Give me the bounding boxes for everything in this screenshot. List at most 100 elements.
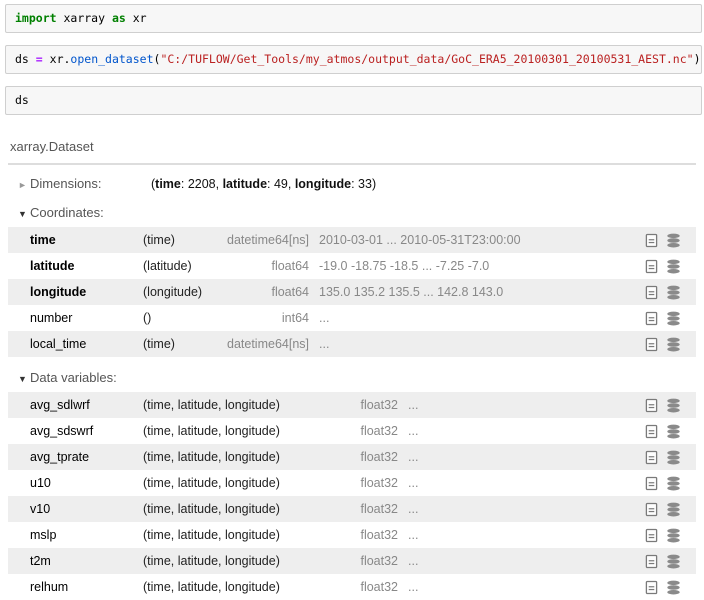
caret-down-icon: ▼ <box>18 374 30 384</box>
variable-dims: (time, latitude, longitude) <box>143 476 303 490</box>
code-token: as <box>112 11 126 25</box>
variable-name: number <box>30 311 143 325</box>
variable-row: longitude (longitude) float64 135.0 135.… <box>8 279 696 305</box>
attributes-doc-icon[interactable] <box>640 311 662 326</box>
attributes-doc-icon[interactable] <box>640 285 662 300</box>
variable-name: t2m <box>30 554 143 568</box>
dimension-name: time <box>155 177 181 191</box>
database-icon[interactable] <box>662 424 684 439</box>
variable-dtype: float32 <box>303 554 398 568</box>
attributes-doc-icon[interactable] <box>640 528 662 543</box>
variable-dims: (latitude) <box>143 259 223 273</box>
database-icon[interactable] <box>662 554 684 569</box>
variable-name: v10 <box>30 502 143 516</box>
coordinates-list: time (time) datetime64[ns] 2010-03-01 ..… <box>8 227 696 357</box>
variable-row: local_time (time) datetime64[ns] ... <box>8 331 696 357</box>
variable-dims: (time, latitude, longitude) <box>143 398 303 412</box>
variable-name: mslp <box>30 528 143 542</box>
variable-dtype: int64 <box>223 311 309 325</box>
code-cell[interactable]: import xarray as xr <box>5 4 702 33</box>
code-cell[interactable]: ds = xr.open_dataset("C:/TUFLOW/Get_Tool… <box>5 45 702 74</box>
variable-row: number () int64 ... <box>8 305 696 331</box>
variable-dims: (time, latitude, longitude) <box>143 554 303 568</box>
attributes-doc-icon[interactable] <box>640 580 662 595</box>
variable-dtype: float32 <box>303 450 398 464</box>
database-icon[interactable] <box>662 502 684 517</box>
variable-dtype: float64 <box>223 259 309 273</box>
data-variables-label: Data variables: <box>30 370 117 385</box>
code-token: = <box>36 52 43 66</box>
code-token: ) <box>694 52 701 66</box>
variable-dims: (time, latitude, longitude) <box>143 502 303 516</box>
variable-preview: ... <box>398 424 640 438</box>
variable-name: latitude <box>30 259 143 273</box>
dimension-name: latitude <box>223 177 267 191</box>
caret-right-icon: ► <box>18 180 30 190</box>
database-icon[interactable] <box>662 259 684 274</box>
variable-dims: (time, latitude, longitude) <box>143 424 303 438</box>
variable-dtype: float32 <box>303 528 398 542</box>
database-icon[interactable] <box>662 311 684 326</box>
dataset-output: xarray.Dataset ►Dimensions: (time: 2208,… <box>0 127 704 600</box>
database-icon[interactable] <box>662 337 684 352</box>
attributes-doc-icon[interactable] <box>640 233 662 248</box>
database-icon[interactable] <box>662 233 684 248</box>
attributes-doc-icon[interactable] <box>640 259 662 274</box>
divider <box>8 163 696 165</box>
variable-dims: () <box>143 311 223 325</box>
dimension-name: longitude <box>295 177 351 191</box>
database-icon[interactable] <box>662 476 684 491</box>
variable-row: v10 (time, latitude, longitude) float32 … <box>8 496 696 522</box>
variable-row: time (time) datetime64[ns] 2010-03-01 ..… <box>8 227 696 253</box>
code-token: xarray <box>57 11 112 25</box>
variable-row: u10 (time, latitude, longitude) float32 … <box>8 470 696 496</box>
section-coordinates: ▼Coordinates: <box>8 198 696 227</box>
variable-dims: (longitude) <box>143 285 223 299</box>
variable-name: time <box>30 233 143 247</box>
dimensions-label: Dimensions: <box>30 176 102 191</box>
variable-dims: (time) <box>143 337 223 351</box>
attributes-doc-icon[interactable] <box>640 424 662 439</box>
database-icon[interactable] <box>662 450 684 465</box>
code-token: open_dataset <box>70 52 153 66</box>
code-token: import <box>15 11 57 25</box>
variable-preview: ... <box>309 311 640 325</box>
code-token: "C:/TUFLOW/Get_Tools/my_atmos/output_dat… <box>160 52 693 66</box>
variable-row: avg_sdswrf (time, latitude, longitude) f… <box>8 418 696 444</box>
attributes-doc-icon[interactable] <box>640 554 662 569</box>
dataset-type-label: xarray.Dataset <box>8 137 696 163</box>
code-cells: import xarray as xr ds = xr.open_dataset(… <box>0 0 704 115</box>
attributes-doc-icon[interactable] <box>640 502 662 517</box>
variable-dtype: float32 <box>303 580 398 594</box>
attributes-doc-icon[interactable] <box>640 450 662 465</box>
variable-dtype: datetime64[ns] <box>223 233 309 247</box>
database-icon[interactable] <box>662 398 684 413</box>
attributes-doc-icon[interactable] <box>640 398 662 413</box>
variable-name: avg_sdswrf <box>30 424 143 438</box>
variable-row: t2m (time, latitude, longitude) float32 … <box>8 548 696 574</box>
variable-dtype: float32 <box>303 476 398 490</box>
variable-name: longitude <box>30 285 143 299</box>
dimensions-toggle[interactable]: ►Dimensions: <box>18 176 151 191</box>
coordinates-toggle[interactable]: ▼Coordinates: <box>18 205 151 220</box>
variable-preview: ... <box>398 528 640 542</box>
code-cell[interactable]: ds <box>5 86 702 115</box>
attributes-doc-icon[interactable] <box>640 337 662 352</box>
variable-row: latitude (latitude) float64 -19.0 -18.75… <box>8 253 696 279</box>
code-token: xr. <box>43 52 71 66</box>
database-icon[interactable] <box>662 528 684 543</box>
database-icon[interactable] <box>662 285 684 300</box>
variable-preview: ... <box>309 337 640 351</box>
variable-preview: ... <box>398 580 640 594</box>
variable-dtype: float32 <box>303 424 398 438</box>
variable-name: avg_tprate <box>30 450 143 464</box>
variable-preview: -19.0 -18.75 -18.5 ... -7.25 -7.0 <box>309 259 640 273</box>
attributes-doc-icon[interactable] <box>640 476 662 491</box>
variable-preview: 135.0 135.2 135.5 ... 142.8 143.0 <box>309 285 640 299</box>
variable-row: relhum (time, latitude, longitude) float… <box>8 574 696 600</box>
variable-preview: ... <box>398 476 640 490</box>
database-icon[interactable] <box>662 580 684 595</box>
coordinates-label: Coordinates: <box>30 205 104 220</box>
variable-dims: (time) <box>143 233 223 247</box>
data-variables-toggle[interactable]: ▼Data variables: <box>18 370 151 385</box>
